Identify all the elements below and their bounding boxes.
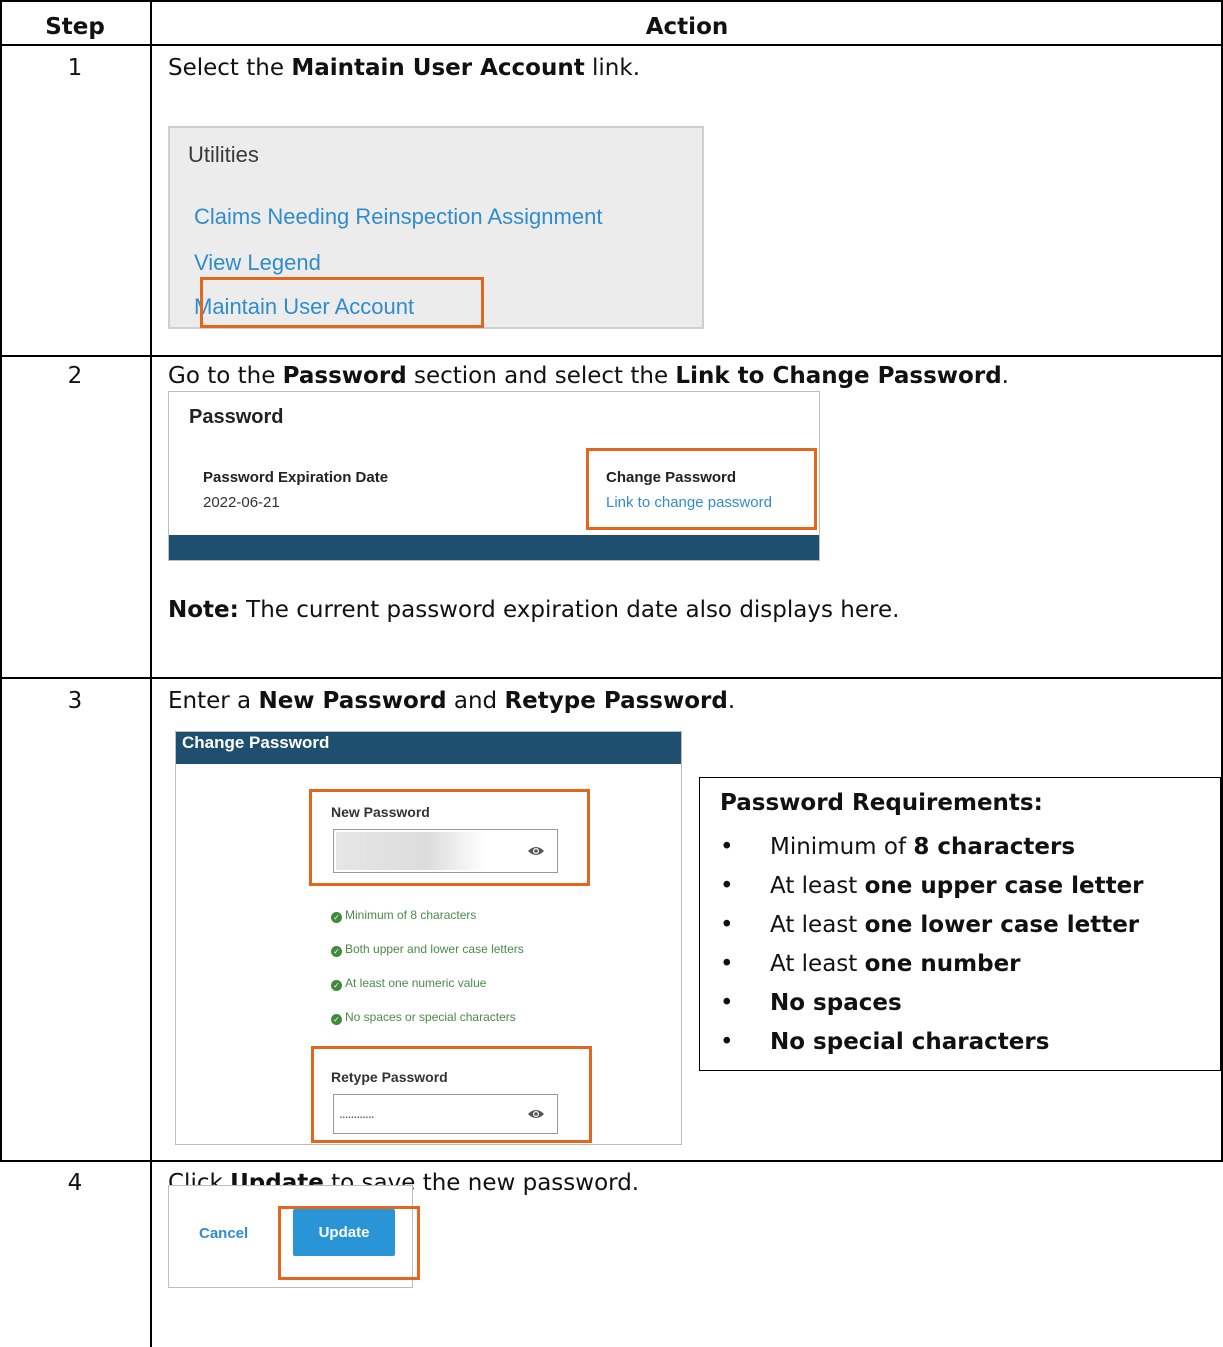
highlight-box [278, 1206, 420, 1280]
rule-item: ✓ Both upper and lower case letters [331, 942, 524, 957]
requirement-item: • At least one number [720, 951, 1021, 977]
check-circle-icon: ✓ [331, 1014, 342, 1025]
rule-item: ✓ At least one numeric value [331, 976, 486, 991]
step-instruction: Enter a New Password and Retype Password… [168, 688, 736, 714]
highlight-box [311, 1046, 592, 1143]
utilities-title: Utilities [188, 142, 259, 167]
rule-item: ✓ No spaces or special characters [331, 1010, 516, 1025]
highlight-box [200, 277, 484, 328]
claims-reinspection-link[interactable]: Claims Needing Reinspection Assignment [194, 204, 602, 230]
row-divider-2 [0, 677, 1223, 679]
view-legend-link[interactable]: View Legend [194, 250, 321, 276]
header-action: Action [645, 14, 729, 40]
rule-item: ✓ Minimum of 8 characters [331, 908, 476, 923]
check-circle-icon: ✓ [331, 980, 342, 991]
change-password-header: Change Password [176, 732, 681, 764]
step-instruction: Go to the Password section and select th… [168, 363, 1009, 389]
step-instruction: Select the Maintain User Account link. [168, 55, 641, 81]
cancel-link[interactable]: Cancel [199, 1225, 248, 1242]
expiration-label: Password Expiration Date [203, 469, 389, 486]
requirement-item: • No spaces [720, 990, 902, 1016]
bullet: • [720, 1029, 734, 1055]
bullet: • [720, 990, 734, 1016]
requirements-title: Password Requirements: [720, 790, 1043, 816]
password-requirements-box: Password Requirements: • Minimum of 8 cha… [699, 777, 1221, 1071]
column-divider [150, 0, 152, 1347]
table-top-border [0, 0, 1223, 2]
step-number: 3 [67, 688, 83, 714]
password-title: Password [189, 406, 284, 428]
step-note: Note: The current password expiration da… [168, 597, 900, 623]
requirement-item: • Minimum of 8 characters [720, 834, 1076, 860]
row-divider-1 [0, 355, 1223, 357]
bullet: • [720, 951, 734, 977]
step-number: 1 [67, 55, 83, 81]
change-password-header-title: Change Password [182, 733, 330, 752]
highlight-box [586, 448, 817, 530]
bullet: • [720, 912, 734, 938]
requirement-item: • At least one upper case letter [720, 873, 1144, 899]
check-circle-icon: ✓ [331, 912, 342, 923]
highlight-box [309, 789, 590, 886]
table-left-border [0, 0, 2, 1160]
check-circle-icon: ✓ [331, 946, 342, 957]
step-number: 2 [67, 363, 83, 389]
header-step: Step [45, 14, 105, 40]
table-right-border [1221, 0, 1223, 1160]
step-number: 4 [67, 1170, 83, 1196]
requirement-item: • No special characters [720, 1029, 1050, 1055]
bullet: • [720, 834, 734, 860]
bullet: • [720, 873, 734, 899]
expiration-value: 2022-06-21 [203, 494, 280, 511]
password-panel-footer [169, 535, 819, 560]
row-divider-3 [0, 1160, 1223, 1162]
table-header-divider [0, 44, 1223, 46]
requirement-item: • At least one lower case letter [720, 912, 1140, 938]
